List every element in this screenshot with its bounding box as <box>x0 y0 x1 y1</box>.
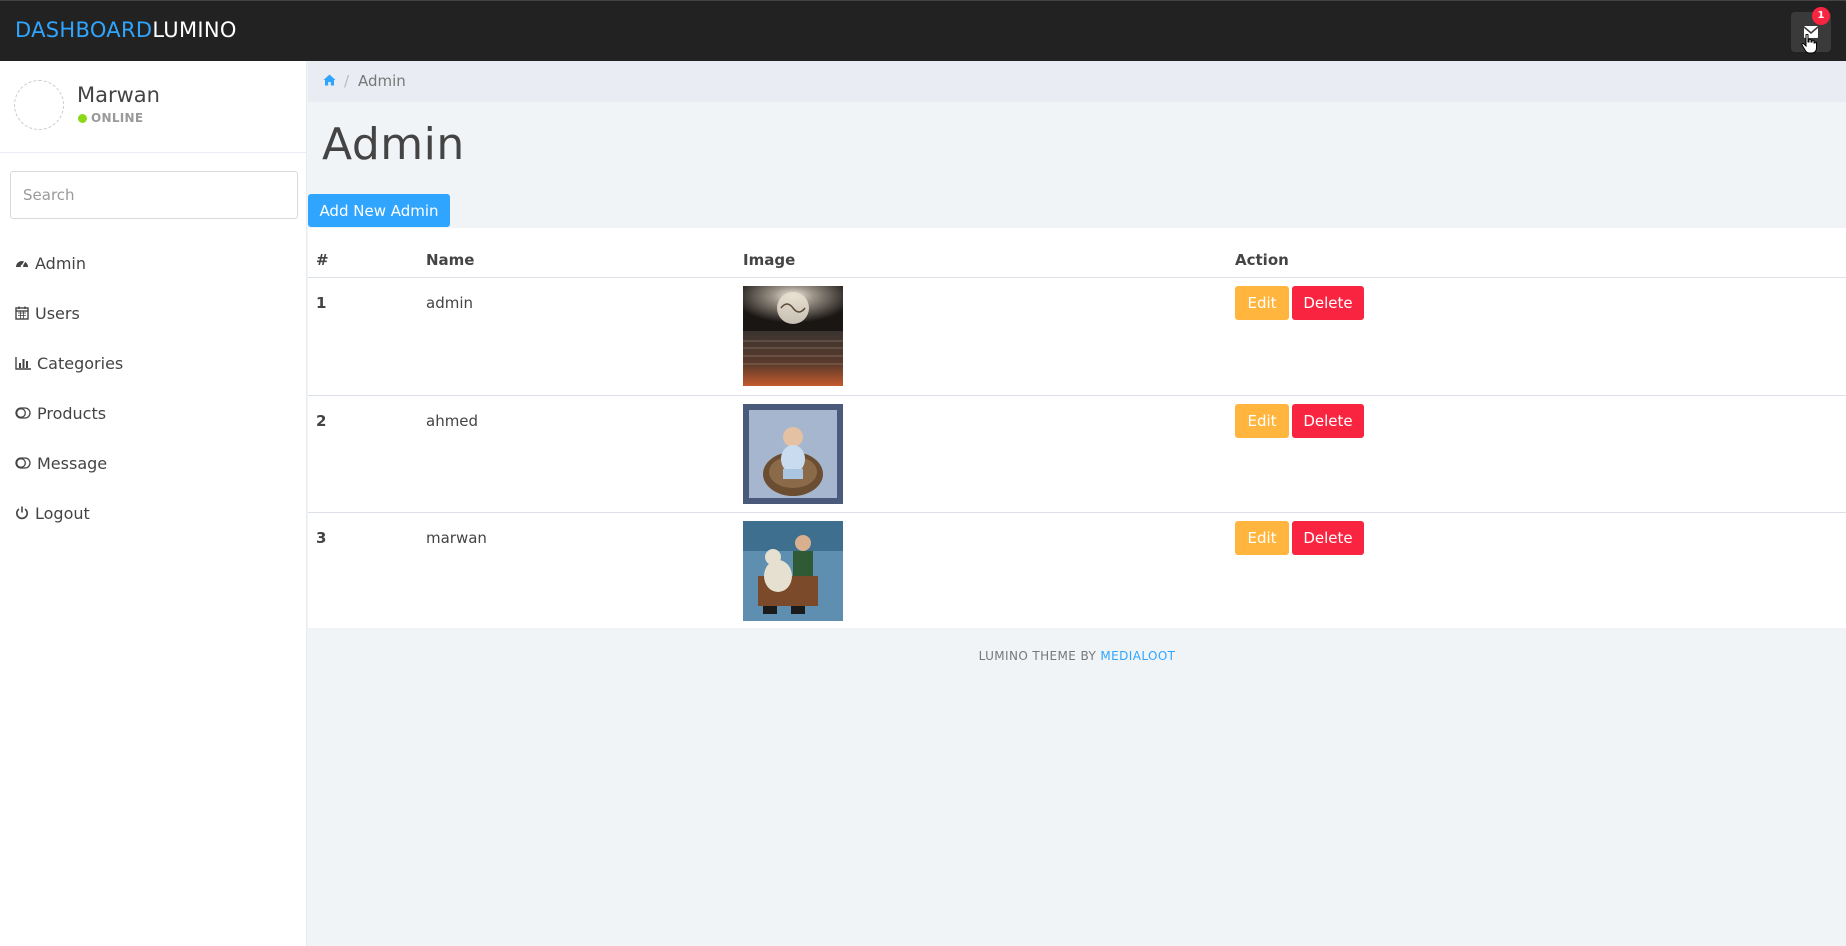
search-input[interactable] <box>10 171 298 219</box>
admin-image <box>743 404 843 504</box>
sidebar-item-label: Admin <box>35 253 86 273</box>
admin-image <box>743 521 843 621</box>
power-icon <box>16 506 28 520</box>
sidebar-item-categories[interactable]: Categories <box>0 338 306 388</box>
column-header-number: # <box>316 251 329 269</box>
column-header-name: Name <box>426 251 475 269</box>
row-divider <box>308 512 1846 513</box>
row-divider <box>308 395 1846 396</box>
footer-link[interactable]: MEDIALOOT <box>1100 649 1175 663</box>
bar-chart-icon <box>15 356 31 370</box>
admin-table: # Name Image Action 1 admin Edit Delete … <box>308 228 1846 628</box>
column-header-image: Image <box>743 251 796 269</box>
calendar-icon <box>15 306 29 320</box>
edit-button[interactable]: Edit <box>1235 521 1289 555</box>
add-new-admin-button[interactable]: Add New Admin <box>308 194 450 227</box>
main-content: / Admin Admin Add New Admin # Name Image… <box>308 61 1846 946</box>
sidebar-item-label: Logout <box>35 503 90 523</box>
sidebar-item-label: Products <box>37 403 107 423</box>
toggle-icon <box>15 407 31 419</box>
edit-button[interactable]: Edit <box>1235 404 1289 438</box>
sidebar-item-logout[interactable]: Logout <box>0 488 306 538</box>
footer-text: LUMINO THEME BY <box>978 649 1097 663</box>
avatar <box>14 80 64 130</box>
admin-image <box>743 286 843 386</box>
toggle-icon <box>15 457 31 469</box>
header-divider <box>308 277 1846 278</box>
user-profile: Marwan ONLINE <box>0 61 307 153</box>
page-title: Admin <box>322 119 465 170</box>
row-name: ahmed <box>426 412 479 430</box>
footer: LUMINO THEME BY MEDIALOOT <box>308 649 1846 663</box>
delete-button[interactable]: Delete <box>1292 286 1364 320</box>
brand-logo[interactable]: DASHBOARDLUMINO <box>15 18 237 42</box>
brand-part2: LUMINO <box>152 18 237 42</box>
online-dot-icon <box>78 114 87 123</box>
breadcrumb: / Admin <box>308 61 1846 102</box>
row-name: admin <box>426 294 473 312</box>
column-header-action: Action <box>1235 251 1289 269</box>
delete-button[interactable]: Delete <box>1292 404 1364 438</box>
profile-name: Marwan <box>77 83 160 107</box>
sidebar: Marwan ONLINE Admin Users <box>0 61 307 946</box>
delete-button[interactable]: Delete <box>1292 521 1364 555</box>
sidebar-item-message[interactable]: Message <box>0 438 306 488</box>
sidebar-item-users[interactable]: Users <box>0 288 306 338</box>
home-icon[interactable] <box>323 74 336 86</box>
status-text: ONLINE <box>91 111 144 125</box>
status-indicator: ONLINE <box>78 111 143 125</box>
sidebar-item-products[interactable]: Products <box>0 388 306 438</box>
top-navbar: DASHBOARDLUMINO 1 <box>0 0 1846 61</box>
row-name: marwan <box>426 529 487 547</box>
sidebar-item-admin[interactable]: Admin <box>0 238 306 288</box>
sidebar-item-label: Users <box>35 303 80 323</box>
hand-cursor-icon <box>1801 34 1817 54</box>
notification-badge: 1 <box>1812 7 1830 25</box>
sidebar-nav: Admin Users Categories Products Message … <box>0 238 306 538</box>
sidebar-item-label: Message <box>37 453 108 473</box>
dashboard-icon <box>16 260 28 268</box>
row-number: 2 <box>316 412 327 430</box>
row-number: 3 <box>316 529 327 547</box>
edit-button[interactable]: Edit <box>1235 286 1289 320</box>
row-number: 1 <box>316 294 327 312</box>
breadcrumb-current: Admin <box>358 72 406 90</box>
brand-part1: DASHBOARD <box>15 18 153 42</box>
sidebar-item-label: Categories <box>37 353 124 373</box>
breadcrumb-separator: / <box>344 72 350 90</box>
